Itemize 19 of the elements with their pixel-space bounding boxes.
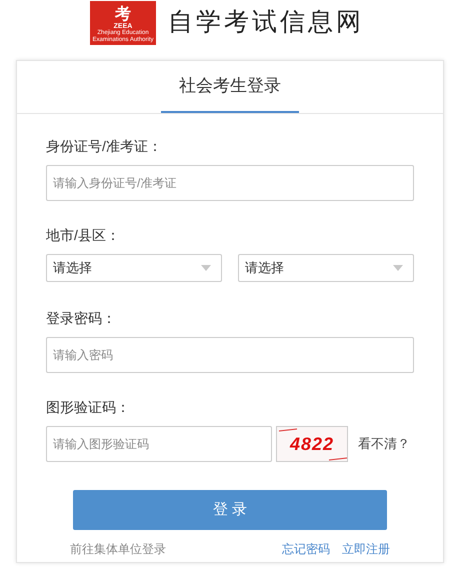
- field-label: 身份证号/准考证：: [46, 137, 162, 156]
- input-field[interactable]: 请输入身份证号/准考证: [46, 165, 414, 201]
- select-field[interactable]: 请选择: [46, 254, 222, 282]
- tab[interactable]: 社会考生登录: [161, 61, 299, 113]
- captcha-image[interactable]: 4822: [276, 426, 348, 462]
- account-link[interactable]: 忘记密码: [282, 540, 330, 558]
- account-link[interactable]: 立即注册: [342, 540, 390, 558]
- field-label: 图形验证码：: [46, 398, 130, 417]
- field-label: 地市/县区：: [46, 226, 120, 245]
- input-field[interactable]: 请输入图形验证码: [46, 426, 272, 462]
- refresh-link[interactable]: 看不清？: [358, 434, 410, 454]
- site-title: 自学考试信息网: [168, 7, 364, 38]
- group-login-link[interactable]: 前往集体单位登录: [70, 540, 166, 558]
- caret-icon: [393, 265, 403, 271]
- field-label: 登录密码：: [46, 309, 116, 328]
- login-button[interactable]: 登 录: [73, 490, 387, 530]
- select-field[interactable]: 请选择: [238, 254, 414, 282]
- caret-icon: [201, 265, 211, 271]
- input-field[interactable]: 请输入密码: [46, 337, 414, 373]
